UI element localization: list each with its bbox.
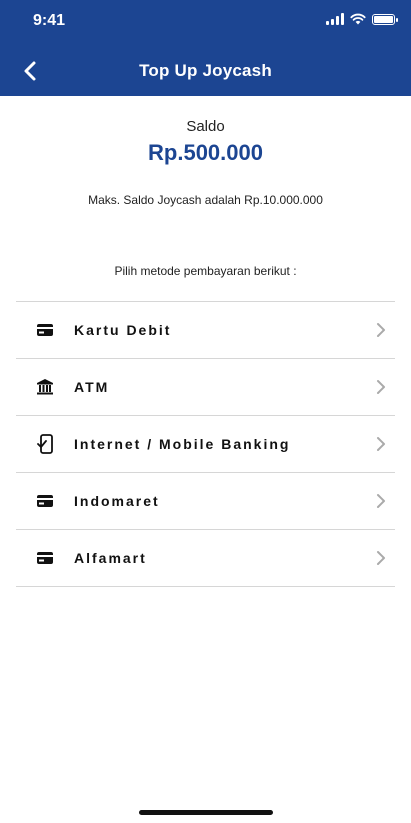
battery-icon [372,13,398,25]
method-item-indomaret[interactable]: Indomaret [16,473,395,530]
card-icon [16,551,74,565]
method-label: Kartu Debit [74,322,172,338]
wifi-icon [350,13,366,25]
home-indicator [139,810,273,815]
chevron-right-icon [371,493,391,509]
payment-method-prompt: Pilih metode pembayaran berikut : [114,264,297,278]
balance-label: Saldo [186,118,225,135]
status-icons [326,13,398,25]
balance-value: Rp.500.000 [148,140,263,165]
status-time: 9:41 [33,12,66,29]
mobile-check-icon [16,434,74,454]
method-item-kartu-debit[interactable]: Kartu Debit [16,302,395,359]
method-label: Alfamart [74,550,147,566]
page-title: Top Up Joycash [139,61,272,80]
chevron-right-icon [371,436,391,452]
signal-icon [326,13,344,25]
method-label: Indomaret [74,493,160,509]
card-icon [16,323,74,337]
method-label: Internet / Mobile Banking [74,436,291,452]
method-item-alfamart[interactable]: Alfamart [16,530,395,587]
app-header: 9:41 Top Up Joycash [0,0,411,96]
chevron-right-icon [371,322,391,338]
payment-method-list: Kartu Debit ATM Internet / Mobile Bankin… [16,301,395,587]
chevron-right-icon [371,379,391,395]
bank-icon [16,378,74,396]
method-item-internet-mobile-banking[interactable]: Internet / Mobile Banking [16,416,395,473]
method-label: ATM [74,379,110,395]
chevron-right-icon [371,550,391,566]
method-item-atm[interactable]: ATM [16,359,395,416]
max-balance-note: Maks. Saldo Joycash adalah Rp.10.000.000 [88,193,323,207]
card-icon [16,494,74,508]
